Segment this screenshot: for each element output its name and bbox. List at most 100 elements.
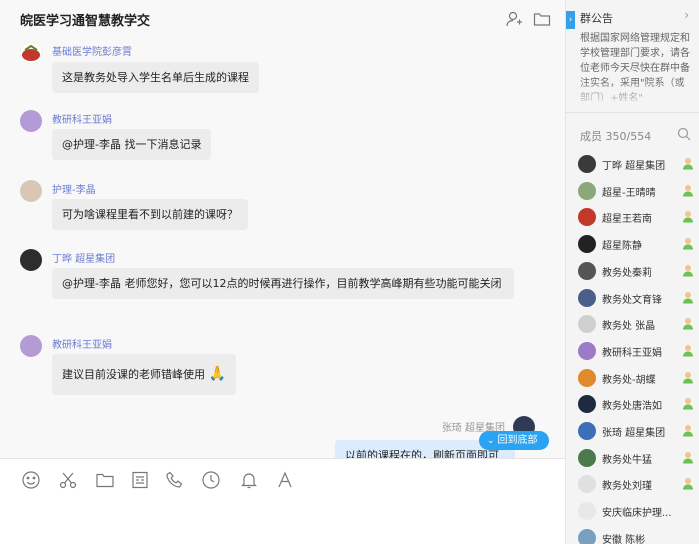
member-name: 教务处文育锋 (602, 294, 662, 306)
chat-header: 皖医学习通智慧教学交 (0, 0, 565, 40)
double-chevron-down-icon: ⌄ (487, 436, 495, 446)
font-icon[interactable] (275, 470, 295, 490)
member-avatar (578, 448, 596, 467)
verified-user-icon (683, 211, 693, 223)
sender-name: 护理-李晶 (52, 185, 96, 196)
member-name: 教务处刘瑾 (602, 481, 652, 493)
member-item[interactable]: 超星陈静 (578, 233, 694, 255)
member-item[interactable]: 教务处-胡蝶 (578, 367, 694, 389)
sender-name: 教研科王亚娟 (52, 340, 112, 351)
member-name: 超星王若南 (602, 214, 652, 226)
bell-icon[interactable] (239, 470, 259, 490)
member-name: 教务处 张晶 (602, 321, 656, 333)
member-item[interactable]: 教务处秦莉 (578, 260, 694, 282)
members-count: 成员 350/554 (580, 130, 652, 143)
verified-user-icon (683, 398, 693, 410)
verified-user-icon (683, 344, 693, 357)
avatar[interactable] (20, 335, 42, 357)
member-avatar (578, 208, 596, 227)
message-bubble: @护理-李晶 老师您好，您可以12点的时候再进行操作，目前教学高峰期有些功能可能… (52, 268, 514, 299)
member-item[interactable]: 教务处 张晶 (578, 313, 694, 335)
verified-user-icon (683, 238, 693, 250)
message-bubble: 可为啥课程里看不到以前建的课呀？ (52, 199, 248, 230)
member-name: 教务处-胡蝶 (602, 374, 656, 386)
member-name: 张琦 超星集团 (602, 428, 666, 439)
verified-user-icon (683, 158, 693, 170)
member-item[interactable]: 安庆临床护理... (578, 500, 694, 522)
sender-name: 教研科王亚娟 (52, 115, 112, 126)
sender-name: 基础医学院彭彦霄 (52, 47, 132, 58)
verified-user-icon (683, 318, 693, 330)
folder-icon[interactable] (95, 470, 115, 490)
member-name: 教研科王亚娟 (602, 347, 662, 359)
collapse-panel-button[interactable]: › (566, 11, 575, 29)
document-icon[interactable] (130, 470, 150, 490)
message-bubble: 这是教务处导入学生名单后生成的课程 (52, 62, 259, 93)
avatar[interactable] (20, 110, 42, 132)
avatar[interactable] (20, 249, 42, 271)
add-member-icon[interactable] (505, 10, 523, 28)
message-input[interactable] (0, 500, 565, 544)
member-avatar (578, 341, 596, 360)
member-avatar (578, 155, 596, 173)
chat-panel: 皖医学习通智慧教学交 基础医学院彭彦霄 这是教务处导入学生名单后生成的课程 教研… (0, 0, 565, 544)
member-name: 超星-王晴晴 (602, 187, 656, 199)
back-to-bottom-label: 回到底部 (497, 435, 538, 446)
sender-name: 丁晔 超星集团 (52, 254, 116, 265)
member-avatar (578, 422, 596, 440)
clock-icon[interactable] (201, 470, 221, 490)
member-item[interactable]: 丁晔 超星集团 (578, 153, 694, 175)
verified-user-icon (683, 264, 693, 277)
verified-user-icon (683, 184, 693, 197)
member-avatar (578, 502, 596, 521)
chat-title: 皖医学习通智慧教学交 (20, 14, 151, 29)
member-avatar (578, 475, 596, 494)
verified-user-icon (683, 478, 693, 490)
member-item[interactable]: 教务处唐浩如 (578, 393, 694, 415)
member-avatar (578, 528, 596, 544)
message-text: 建议目前没课的老师错峰使用 (62, 368, 205, 381)
composer-toolbar (0, 458, 565, 500)
member-name: 超星陈静 (602, 241, 642, 253)
avatar[interactable] (20, 180, 42, 202)
verified-user-icon (683, 451, 693, 464)
member-name: 教务处唐浩如 (602, 401, 662, 413)
search-icon[interactable] (677, 126, 691, 141)
member-avatar (578, 288, 596, 307)
member-avatar (578, 395, 596, 414)
group-side-panel: › 群公告 › 根据国家网络管理规定和学校管理部门要求，请各位老师今天尽快在群中… (565, 0, 699, 544)
emoji-icon[interactable] (21, 470, 41, 490)
verified-user-icon (683, 291, 693, 303)
avatar[interactable] (20, 42, 42, 64)
emoji-pray: 🙏 (208, 366, 226, 382)
member-avatar (578, 315, 596, 334)
member-item[interactable]: 教务处牛猛 (578, 447, 694, 469)
member-item[interactable]: 安徽 陈彬 (578, 527, 694, 544)
member-name: 教务处秦莉 (602, 267, 652, 279)
member-name: 安庆临床护理... (602, 508, 672, 520)
member-item[interactable]: 教务处刘瑾 (578, 473, 694, 495)
member-avatar (578, 181, 596, 200)
phone-icon[interactable] (165, 470, 185, 490)
verified-user-icon (683, 425, 693, 437)
divider (566, 112, 699, 113)
member-name: 安徽 陈彬 (602, 534, 646, 544)
member-item[interactable]: 超星-王晴晴 (578, 180, 694, 202)
message-list[interactable]: 基础医学院彭彦霄 这是教务处导入学生名单后生成的课程 教研科王亚娟 @护理-李晶… (0, 40, 565, 458)
message-bubble: 建议目前没课的老师错峰使用 🙏 (52, 354, 236, 395)
member-avatar (578, 235, 596, 254)
back-to-bottom-button[interactable]: ⌄ 回到底部 (479, 431, 549, 450)
member-item[interactable]: 教务处文育锋 (578, 287, 694, 309)
verified-user-icon (683, 371, 693, 384)
member-item[interactable]: 教研科王亚娟 (578, 340, 694, 362)
chevron-right-icon[interactable]: › (684, 8, 689, 22)
notice-title: 群公告 (580, 12, 613, 25)
member-name: 教务处牛猛 (602, 454, 652, 466)
folder-icon[interactable] (533, 10, 551, 28)
member-avatar (578, 261, 596, 280)
member-name: 丁晔 超星集团 (602, 161, 666, 172)
message-bubble: @护理-李晶 找一下消息记录 (52, 129, 212, 160)
member-item[interactable]: 超星王若南 (578, 206, 694, 228)
member-item[interactable]: 张琦 超星集团 (578, 420, 694, 442)
scissors-icon[interactable] (58, 470, 78, 490)
